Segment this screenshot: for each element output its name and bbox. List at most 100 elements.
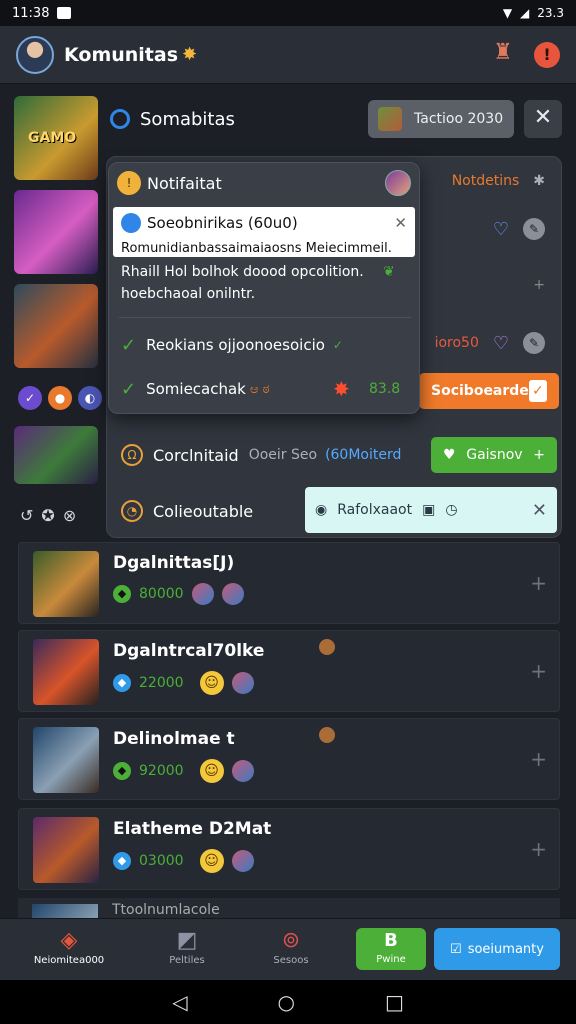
plus-icon: + [533, 447, 545, 463]
swirl-icon[interactable]: ↺ [20, 506, 33, 525]
plus-icon[interactable]: + [533, 277, 545, 293]
row-subtitle: Ooeir Seo [248, 447, 318, 463]
event-thumbnail [378, 107, 402, 131]
add-icon[interactable]: + [530, 571, 547, 595]
item-value: 80000 [139, 586, 184, 602]
recents-icon[interactable]: □ [385, 990, 404, 1014]
badge-icon[interactable]: ● [48, 386, 72, 410]
nav-label: Peltiles [169, 955, 205, 966]
badge-icon[interactable]: ◐ [78, 386, 102, 410]
popup-row[interactable]: ✓ Reokians ojjoonoesoicio ✓ [121, 329, 411, 361]
gem-icon: ◆ [113, 674, 131, 692]
tag-icon[interactable]: ✎ [523, 332, 545, 354]
scoreboard-button[interactable]: Sociboearde ✓ [419, 373, 559, 409]
back-icon[interactable]: ◁ [172, 990, 187, 1014]
smile-icon: ☺ [199, 759, 224, 783]
reaction-row: ♡ ✎ [407, 211, 559, 247]
clock-icon[interactable]: ◷ [445, 502, 457, 518]
card-title: Soeobnirikas (60u0) [147, 214, 298, 232]
community-header: Somabitas Tactioo 2030 ✕ [110, 100, 562, 138]
nav-item-profiles[interactable]: ◩ Peltiles [142, 927, 232, 966]
add-icon[interactable]: + [530, 747, 547, 771]
coin-icon: ◔ [121, 500, 143, 522]
community-button-label: soeiumanty [467, 941, 544, 957]
avatar[interactable] [385, 170, 411, 196]
avatar[interactable] [16, 35, 54, 74]
list-item[interactable]: Ttoolnumlacole [18, 898, 560, 918]
card-line: Romunidianbassaimaiaosns Meiecimmeil. [121, 241, 392, 256]
avatar [221, 583, 244, 605]
info-toast[interactable]: ◉ Rafolxaaot ▣ ◷ ✕ [305, 487, 557, 533]
item-value: 03000 [139, 853, 184, 869]
game-thumbnail[interactable]: GAMO [14, 96, 98, 180]
list-item[interactable]: Delinolmae t ◆ 92000 ☺ + [18, 718, 560, 800]
status-bar: 11:38 ▼ ◢ 23.3 [0, 0, 576, 26]
system-nav: ◁ ○ □ [0, 980, 576, 1024]
item-stats: ◆ 92000 ☺ [113, 759, 254, 783]
notification-card[interactable]: Soeobnirikas (60u0) ✕ Romunidianbassaima… [113, 207, 415, 257]
gem-icon: ◆ [113, 762, 131, 780]
home-button-icon[interactable]: ○ [278, 990, 295, 1014]
item-name: Delinolmae t [113, 729, 235, 749]
heart-icon[interactable]: ♡ [493, 333, 509, 354]
notification-icon [57, 7, 72, 19]
nav-label: Sesoos [273, 955, 309, 966]
plus-row: + [407, 257, 559, 313]
heart-icon[interactable]: ♡ [493, 219, 509, 240]
row-name: Colieoutable [153, 501, 254, 521]
row-number: 83.8 [369, 381, 401, 397]
document-icon[interactable]: ▣ [422, 502, 435, 518]
join-button[interactable]: ♥ Gaisnov + [431, 437, 557, 473]
castle-icon[interactable]: ♜ [488, 40, 518, 70]
checkbox-icon: ☑ [450, 941, 462, 957]
panel-row[interactable]: ◔ Colieoutable [121, 491, 321, 531]
list-item[interactable]: Dgalntrcal70lke ◆ 22000 ☺ + [18, 630, 560, 712]
tag-icon[interactable]: ✎ [523, 218, 545, 240]
smile-icon: ☺ [199, 849, 224, 873]
text-line: Rhaill Hol bolhok doood opcolition. [121, 264, 364, 280]
popup-row[interactable]: ✓ Somiecachak ಆ ಠ ✸ 83.8 [121, 373, 411, 405]
item-name: Ttoolnumlacole [112, 902, 220, 918]
notification-badge-icon: ! [117, 171, 141, 195]
chip-row-secondary: ↺ ✪ ⊗ [20, 506, 76, 525]
close-icon[interactable]: ✕ [532, 500, 547, 521]
wifi-icon: ▼ [502, 6, 513, 20]
event-pill[interactable]: Tactioo 2030 [368, 100, 514, 138]
item-name: Dgalnittas[J) [113, 553, 235, 573]
community-button[interactable]: ☑ soeiumanty [434, 928, 560, 970]
nav-item-home[interactable]: ◈ Neiomitea000 [24, 927, 114, 966]
nav-item-sessions[interactable]: ⊚ Sesoos [246, 927, 336, 966]
bottom-nav: ◈ Neiomitea000 ◩ Peltiles ⊚ Sesoos B Pwi… [0, 918, 576, 980]
notification-bell-icon[interactable]: ! [534, 42, 560, 68]
item-image [33, 639, 99, 705]
item-image [33, 551, 99, 617]
thumbnail-label: GAMO [28, 130, 77, 146]
item-image [33, 817, 99, 883]
add-icon[interactable]: + [530, 659, 547, 683]
game-thumbnail[interactable] [14, 426, 98, 484]
avatar [231, 850, 254, 872]
badge-dot [319, 727, 335, 743]
list-item[interactable]: Dgalnittas[J) ◆ 80000 + [18, 542, 560, 624]
close-icon[interactable]: ✕ [394, 214, 407, 232]
notifications-label: Notdetins [451, 173, 520, 189]
community-label: Somabitas [140, 108, 235, 130]
close-button[interactable]: ✕ [524, 100, 562, 138]
toast-text: Rafolxaaot [337, 502, 413, 518]
gem-icon: ◆ [113, 585, 131, 603]
grid-icon[interactable]: ⊗ [63, 506, 76, 525]
nav-label: Neiomitea000 [33, 955, 105, 966]
shield-icon[interactable]: ✪ [41, 506, 54, 525]
list-item[interactable]: Elatheme D2Mat ◆ 03000 ☺ + [18, 808, 560, 890]
divider [119, 317, 411, 318]
settings-icon[interactable]: ✱ [533, 173, 545, 189]
game-thumbnail[interactable] [14, 284, 98, 368]
badge-icon[interactable]: ✓ [18, 386, 42, 410]
add-icon[interactable]: + [530, 837, 547, 861]
tick-icon: ✓ [332, 338, 343, 352]
game-thumbnail[interactable] [14, 190, 98, 274]
nav-item-play[interactable]: B Pwine [356, 928, 426, 970]
event-pill-text: Tactioo 2030 [414, 111, 504, 127]
notifications-row[interactable]: Notdetins ✱ [407, 167, 559, 195]
row-extra: ಆ ಠ [249, 381, 270, 397]
